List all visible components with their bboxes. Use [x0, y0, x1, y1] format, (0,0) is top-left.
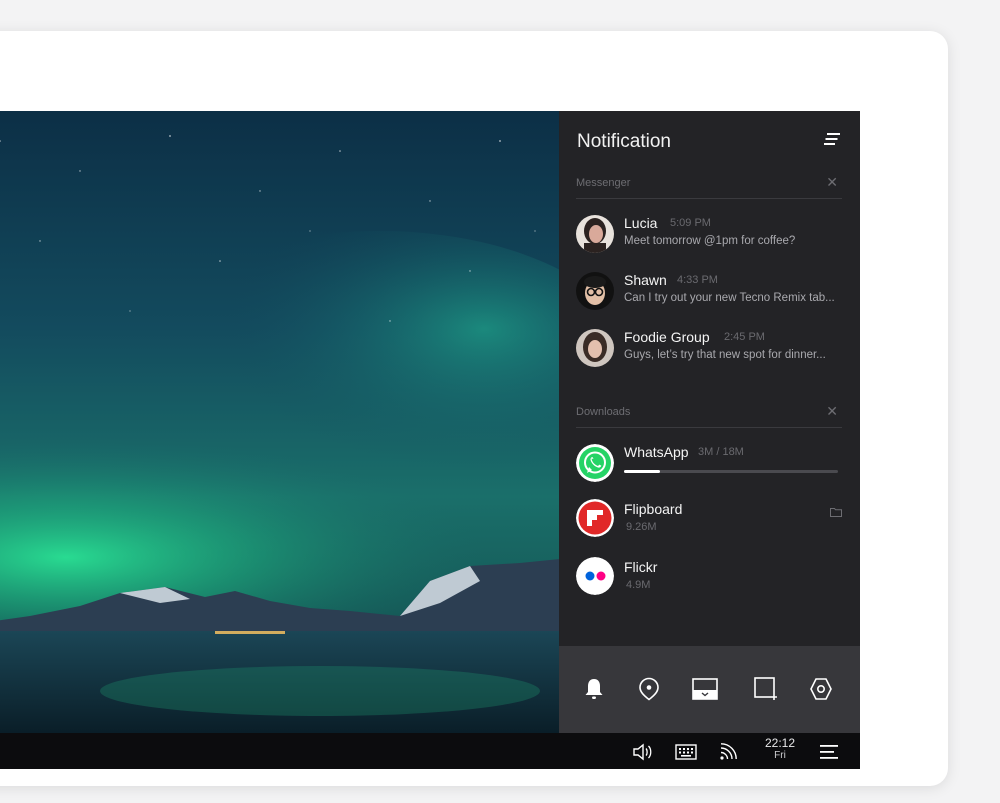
clear-all-icon[interactable] — [824, 132, 840, 146]
folder-icon[interactable] — [830, 507, 842, 517]
panel-title: Notification — [577, 131, 671, 152]
close-icon[interactable]: ✕ — [826, 174, 838, 191]
screenshot-icon[interactable] — [751, 674, 781, 704]
app-name: Flickr — [624, 559, 658, 575]
message-time: 4:33 PM — [677, 274, 718, 286]
app-name: WhatsApp — [624, 444, 689, 460]
settings-icon[interactable] — [806, 674, 836, 704]
clock-day: Fri — [774, 750, 786, 761]
aurora-wallpaper — [0, 111, 560, 733]
location-icon[interactable] — [634, 674, 664, 704]
download-size: 4.9M — [626, 579, 651, 591]
downloads-section-header: Downloads ✕ — [576, 403, 842, 428]
message-preview: Guys, let’s try that new spot for dinner… — [624, 349, 826, 361]
message-time: 5:09 PM — [670, 217, 711, 229]
clock-time: 22:12 — [764, 736, 796, 750]
download-item-whatsapp[interactable]: WhatsApp 3M / 18M — [576, 444, 846, 488]
message-item-shawn[interactable]: Shawn 4:33 PM Can I try out your new Tec… — [576, 272, 846, 318]
message-preview: Can I try out your new Tecno Remix tab..… — [624, 292, 835, 304]
messenger-label: Messenger — [576, 177, 631, 189]
volume-icon[interactable] — [632, 741, 654, 763]
screen-icon[interactable] — [690, 674, 720, 704]
message-item-foodie-group[interactable]: Foodie Group 2:45 PM Guys, let’s try tha… — [576, 329, 846, 375]
avatar — [576, 272, 614, 310]
notification-panel: Notification Messenger ✕ Lucia 5:09 PM M… — [559, 111, 860, 733]
app-name: Flipboard — [624, 501, 683, 517]
tablet-screen: Notification Messenger ✕ Lucia 5:09 PM M… — [0, 111, 860, 769]
keyboard-icon[interactable] — [674, 741, 698, 763]
sender-name: Shawn — [624, 272, 667, 288]
message-item-lucia[interactable]: Lucia 5:09 PM Meet tomorrow @1pm for cof… — [576, 215, 846, 261]
download-item-flipboard[interactable]: Flipboard 9.26M — [576, 499, 846, 543]
close-icon[interactable]: ✕ — [826, 403, 838, 420]
download-size: 9.26M — [626, 521, 657, 533]
messenger-section-header: Messenger ✕ — [576, 174, 842, 199]
sender-name: Lucia — [624, 215, 658, 231]
flickr-icon — [576, 557, 614, 595]
tablet-frame: Notification Messenger ✕ Lucia 5:09 PM M… — [0, 31, 948, 786]
taskbar: 22:12 Fri — [0, 733, 860, 769]
wifi-icon[interactable] — [718, 741, 738, 763]
avatar — [576, 329, 614, 367]
avatar — [576, 215, 614, 253]
download-progress-fill — [624, 470, 661, 473]
quick-settings-bar — [559, 646, 860, 733]
message-preview: Meet tomorrow @1pm for coffee? — [624, 235, 796, 247]
message-time: 2:45 PM — [724, 331, 765, 343]
clock[interactable]: 22:12 Fri — [762, 737, 798, 761]
sender-name: Foodie Group — [624, 329, 710, 345]
download-size: 3M / 18M — [698, 446, 744, 458]
downloads-label: Downloads — [576, 406, 631, 418]
menu-icon[interactable] — [819, 741, 839, 763]
bell-icon[interactable] — [579, 674, 609, 704]
flipboard-icon — [576, 499, 614, 537]
whatsapp-icon — [576, 444, 614, 482]
download-progress-bar — [624, 470, 838, 473]
download-item-flickr[interactable]: Flickr 4.9M — [576, 557, 846, 601]
